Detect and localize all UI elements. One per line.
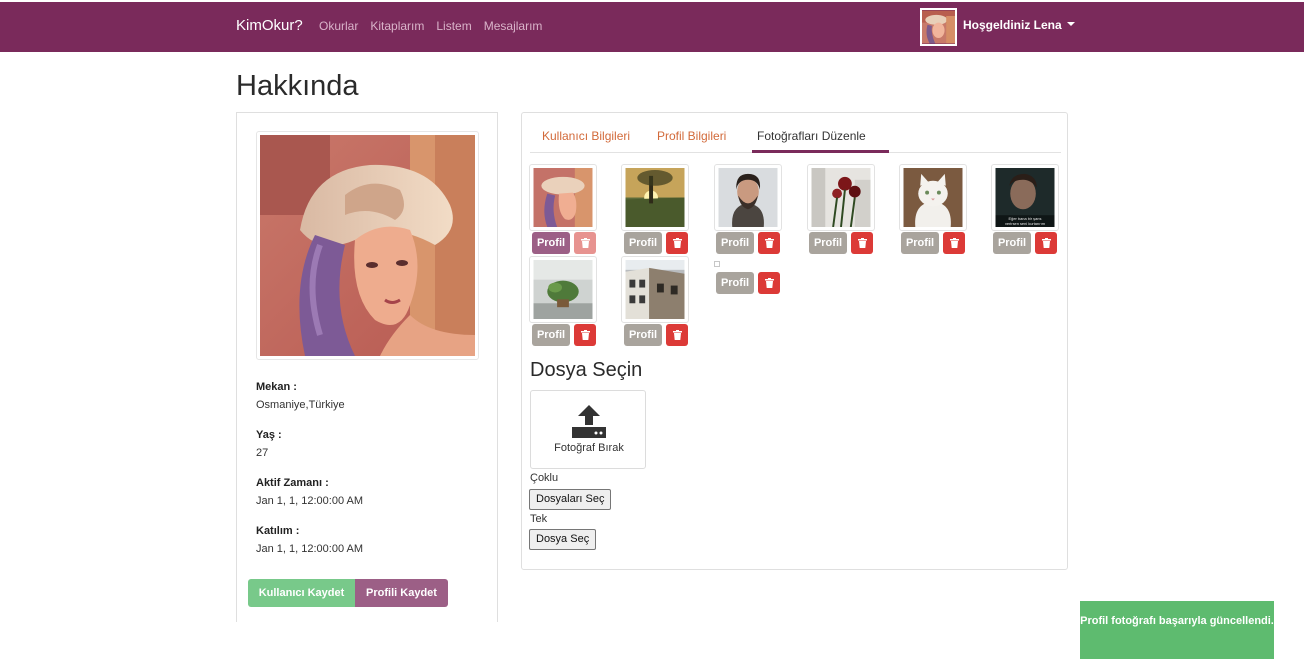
info-last-active: Aktif Zamanı : Jan 1, 1, 12:00:00 AM xyxy=(256,477,486,507)
set-profile-button[interactable]: Profil xyxy=(716,272,754,294)
joined-label: Katılım : xyxy=(256,525,300,537)
delete-photo-button[interactable] xyxy=(574,232,596,254)
multi-upload-label: Çoklu xyxy=(530,472,559,484)
info-joined: Katılım : Jan 1, 1, 12:00:00 AM xyxy=(256,525,486,555)
broken-image-icon xyxy=(714,261,720,267)
photo-thumb-plant[interactable] xyxy=(529,256,597,323)
delete-photo-button[interactable] xyxy=(851,232,873,254)
trash-icon xyxy=(580,330,590,340)
nav-links: Okurlar Kitaplarım Listem Mesajlarım xyxy=(319,19,554,33)
set-profile-button[interactable]: Profil xyxy=(532,232,570,254)
brand-logo[interactable]: KimOkur? xyxy=(236,17,303,34)
page-title: Hakkında xyxy=(236,70,359,102)
delete-photo-button[interactable] xyxy=(666,232,688,254)
location-value: Osmaniye,Türkiye xyxy=(256,399,345,411)
upload-title: Dosya Seçin xyxy=(530,359,643,381)
save-user-button[interactable]: Kullanıcı Kaydet xyxy=(248,579,355,607)
user-avatar[interactable] xyxy=(920,8,957,46)
single-upload-label: Tek xyxy=(530,513,548,525)
tab-bar: Kullanıcı Bilgileri Profil Bilgileri Fot… xyxy=(530,113,1061,153)
last-active-value: Jan 1, 1, 12:00:00 AM xyxy=(256,495,364,507)
set-profile-button[interactable]: Profil xyxy=(716,232,754,254)
active-tab-indicator xyxy=(752,150,889,153)
set-profile-button[interactable]: Profil xyxy=(624,232,662,254)
caret-down-icon xyxy=(1066,21,1075,26)
delete-photo-button[interactable] xyxy=(758,232,780,254)
set-profile-button[interactable]: Profil xyxy=(901,232,939,254)
delete-photo-button[interactable] xyxy=(758,272,780,294)
trash-icon xyxy=(764,238,774,248)
set-profile-button[interactable]: Profil xyxy=(809,232,847,254)
trash-icon xyxy=(672,238,682,248)
tab-profile-info[interactable]: Profil Bilgileri xyxy=(657,129,726,143)
photo-thumb-movie-still[interactable]: Eğer bana bir şans verirsen seni kurtarı… xyxy=(991,164,1059,231)
set-profile-button[interactable]: Profil xyxy=(532,324,570,346)
nav-link-listem[interactable]: Listem xyxy=(436,19,471,33)
photo-dropzone[interactable]: Fotoğraf Bırak xyxy=(530,390,646,469)
save-profile-button[interactable]: Profili Kaydet xyxy=(355,579,448,607)
photo-thumb-roses[interactable] xyxy=(807,164,875,231)
age-label: Yaş : xyxy=(256,429,282,441)
profile-card: Mekan : Osmaniye,Türkiye Yaş : 27 Aktif … xyxy=(236,112,498,622)
delete-photo-button[interactable] xyxy=(574,324,596,346)
user-menu-toggle[interactable]: Hoşgeldiniz Lena xyxy=(963,18,1075,32)
delete-photo-button[interactable] xyxy=(666,324,688,346)
movie-caption-line2: verirsen seni kurtarırım xyxy=(1005,221,1046,226)
upload-icon xyxy=(572,405,606,438)
age-value: 27 xyxy=(256,447,269,459)
choose-files-button[interactable]: Dosyaları Seç xyxy=(529,489,612,510)
trash-icon xyxy=(857,238,867,248)
tab-user-info[interactable]: Kullanıcı Bilgileri xyxy=(542,129,630,143)
last-active-label: Aktif Zamanı : xyxy=(256,477,329,489)
nav-link-mesajlarim[interactable]: Mesajlarım xyxy=(484,19,543,33)
info-age: Yaş : 27 xyxy=(256,429,486,459)
avatar-image xyxy=(922,10,955,44)
choose-file-button[interactable]: Dosya Seç xyxy=(529,529,597,550)
delete-photo-button[interactable] xyxy=(943,232,965,254)
trash-icon xyxy=(672,330,682,340)
dropzone-label: Fotoğraf Bırak xyxy=(554,442,624,454)
navbar: KimOkur? Okurlar Kitaplarım Listem Mesaj… xyxy=(0,2,1304,52)
trash-icon xyxy=(1041,238,1051,248)
success-toast[interactable]: Profil fotoğrafı başarıyla güncellendi. xyxy=(1080,601,1274,659)
photo-thumb-sunset[interactable] xyxy=(621,164,689,231)
user-greeting: Hoşgeldiniz Lena xyxy=(963,18,1062,32)
trash-icon xyxy=(580,238,590,248)
photo-thumb-bearded-man[interactable] xyxy=(714,164,782,231)
photo-thumb-cat[interactable] xyxy=(899,164,967,231)
delete-photo-button[interactable] xyxy=(1035,232,1057,254)
joined-value: Jan 1, 1, 12:00:00 AM xyxy=(256,543,364,555)
photo-thumb-houses[interactable] xyxy=(621,256,689,323)
trash-icon xyxy=(949,238,959,248)
photo-thumb-woman[interactable] xyxy=(529,164,597,231)
edit-card: Kullanıcı Bilgileri Profil Bilgileri Fot… xyxy=(521,112,1068,570)
set-profile-button[interactable]: Profil xyxy=(993,232,1031,254)
main-profile-photo xyxy=(256,131,479,360)
trash-icon xyxy=(764,278,774,288)
set-profile-button[interactable]: Profil xyxy=(624,324,662,346)
toast-message: Profil fotoğrafı başarıyla güncellendi. xyxy=(1080,615,1274,627)
location-label: Mekan : xyxy=(256,381,297,393)
nav-link-okurlar[interactable]: Okurlar xyxy=(319,19,358,33)
nav-link-kitaplarim[interactable]: Kitaplarım xyxy=(370,19,424,33)
profile-photo-image xyxy=(260,135,475,356)
info-location: Mekan : Osmaniye,Türkiye xyxy=(256,381,486,411)
tab-edit-photos[interactable]: Fotoğrafları Düzenle xyxy=(757,129,866,143)
